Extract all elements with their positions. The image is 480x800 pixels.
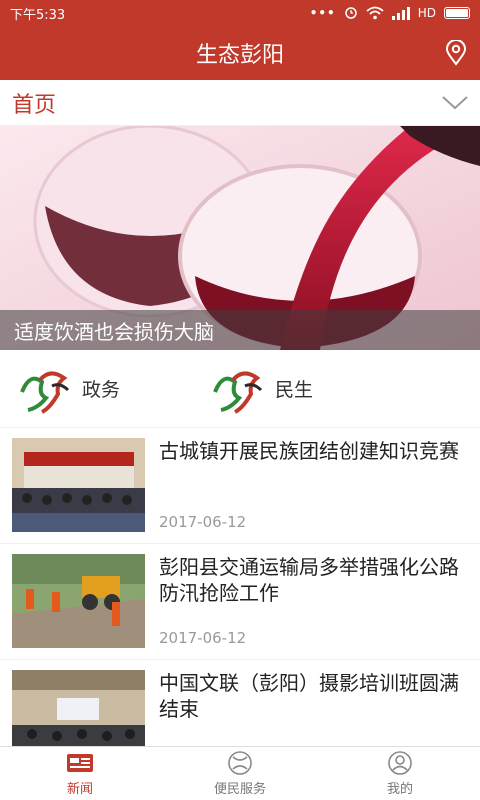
category-livelihood[interactable]: 民生 <box>193 364 386 414</box>
location-pin-icon[interactable] <box>444 40 468 66</box>
app-title: 生态彭阳 <box>195 43 284 68</box>
tab-label: 我的 <box>386 782 413 797</box>
alarm-icon <box>344 7 357 19</box>
channel-bar: 首页 <box>0 80 480 126</box>
battery-icon <box>444 7 470 19</box>
tab-label: 便民服务 <box>213 782 266 797</box>
news-title: 古城镇开展民族团结创建知识竞赛 <box>159 439 459 463</box>
status-icons: ••• HD <box>310 6 470 20</box>
services-icon <box>228 751 252 775</box>
chevron-down-icon[interactable] <box>442 95 468 111</box>
tab-label: 新闻 <box>66 782 93 797</box>
news-title: 彭阳县交通运输局多举措强化公路防汛抢险工作 <box>159 555 459 605</box>
banner-caption: 适度饮酒也会损伤大脑 <box>0 310 480 350</box>
pengyang-logo-icon <box>213 371 263 414</box>
category-label: 政务 <box>82 379 121 401</box>
news-thumbnail <box>12 554 145 648</box>
news-item[interactable]: 古城镇开展民族团结创建知识竞赛 2017-06-12 <box>0 428 480 544</box>
signal-icon <box>391 6 410 20</box>
pengyang-logo-icon <box>20 371 70 414</box>
network-type: HD <box>417 6 436 20</box>
wifi-icon <box>366 6 384 20</box>
banner-carousel[interactable]: 适度饮酒也会损伤大脑 <box>0 126 480 350</box>
status-bar: 下午5:33 ••• HD <box>0 0 480 26</box>
status-time: 下午5:33 <box>10 7 66 23</box>
category-label: 民生 <box>275 379 314 401</box>
news-list: 古城镇开展民族团结创建知识竞赛 2017-06-12 彭阳县交通运输局多举措强化… <box>0 428 480 776</box>
news-date: 2017-06-12 <box>159 513 247 531</box>
user-icon <box>388 751 412 775</box>
channel-home-label[interactable]: 首页 <box>12 87 56 119</box>
news-thumbnail <box>12 438 145 532</box>
tab-news[interactable]: 新闻 <box>0 747 160 800</box>
tab-profile[interactable]: 我的 <box>320 747 480 800</box>
news-date: 2017-06-12 <box>159 629 247 647</box>
category-government[interactable]: 政务 <box>0 364 193 414</box>
bottom-tab-bar: 新闻 便民服务 我的 <box>0 746 480 800</box>
newspaper-icon <box>67 754 93 772</box>
app-header: 生态彭阳 <box>0 26 480 80</box>
category-row: 政务 民生 <box>0 350 480 428</box>
more-dots-icon: ••• <box>309 6 336 20</box>
news-item[interactable]: 彭阳县交通运输局多举措强化公路防汛抢险工作 2017-06-12 <box>0 544 480 660</box>
news-title: 中国文联（彭阳）摄影培训班圆满结束 <box>159 671 459 721</box>
tab-services[interactable]: 便民服务 <box>160 747 320 800</box>
